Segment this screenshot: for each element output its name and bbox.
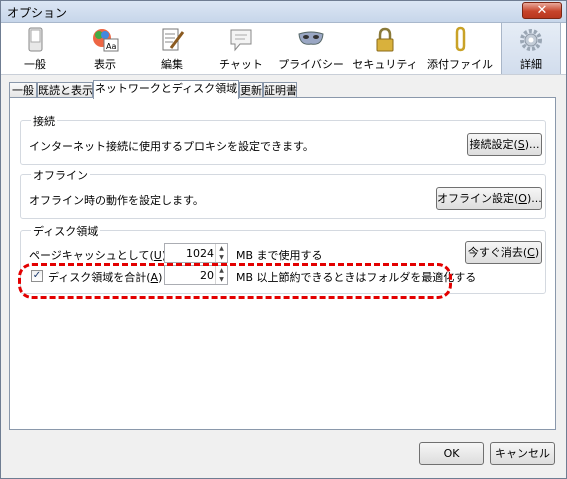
privacy-mask-icon bbox=[298, 31, 324, 45]
close-icon: ✕ bbox=[536, 3, 548, 18]
access-key: C bbox=[527, 246, 535, 259]
tab-network-disk[interactable]: ネットワークとディスク領域 bbox=[93, 80, 239, 99]
tab-reading-display[interactable]: 既読と表示 bbox=[37, 82, 93, 98]
button-label: 今すぐ消去( bbox=[467, 246, 528, 259]
toolbar-item-chat[interactable]: チャット bbox=[213, 23, 269, 74]
category-toolbar: 一般 Aa 表示 編集 チャット プライバシー セキュリティ 添付ファイル 詳細 bbox=[1, 23, 566, 75]
toolbar-label: 表示 bbox=[94, 58, 116, 71]
group-title: ディスク領域 bbox=[31, 223, 101, 239]
offline-description: オフライン時の動作を設定します。 bbox=[29, 194, 204, 207]
gear-icon bbox=[520, 29, 542, 51]
clear-now-button[interactable]: 今すぐ消去(C) bbox=[465, 241, 542, 264]
toolbar-item-advanced[interactable]: 詳細 bbox=[501, 23, 561, 74]
ok-button[interactable]: OK bbox=[419, 442, 484, 465]
title-bar: オプション ✕ bbox=[1, 1, 566, 23]
button-label: )... bbox=[524, 138, 540, 151]
connection-description: インターネット接続に使用するプロキシを設定できます。 bbox=[29, 140, 314, 153]
connection-group: 接続 インターネット接続に使用するプロキシを設定できます。 接続設定(S)... bbox=[20, 113, 546, 165]
toolbar-item-attachments[interactable]: 添付ファイル bbox=[425, 23, 495, 74]
toolbar-label: 一般 bbox=[24, 58, 46, 71]
padlock-icon bbox=[376, 27, 394, 52]
offline-group: オフライン オフライン時の動作を設定します。 オフライン設定(O)... bbox=[20, 167, 546, 219]
group-title: オフライン bbox=[31, 167, 90, 183]
label-text: ページキャッシュとして( bbox=[29, 249, 154, 262]
options-window: オプション ✕ 一般 Aa 表示 編集 チャット プライバシー セキュリティ 添… bbox=[0, 0, 567, 479]
toolbar-label: セキュリティ bbox=[352, 58, 418, 71]
toolbar-item-security[interactable]: セキュリティ bbox=[351, 23, 419, 74]
toolbar-item-compose[interactable]: 編集 bbox=[147, 23, 197, 74]
offline-settings-button[interactable]: オフライン設定(O)... bbox=[436, 187, 542, 210]
chat-icon bbox=[230, 29, 252, 52]
connection-settings-button[interactable]: 接続設定(S)... bbox=[467, 133, 542, 156]
general-icon bbox=[28, 27, 43, 52]
toolbar-label: チャット bbox=[219, 58, 263, 71]
cache-unit-label: MB まで使用する bbox=[236, 249, 323, 262]
access-key: U bbox=[153, 249, 162, 262]
display-icon: Aa bbox=[93, 29, 119, 52]
window-title: オプション bbox=[7, 6, 68, 20]
highlight-annotation bbox=[18, 263, 452, 299]
compose-icon bbox=[162, 28, 185, 51]
group-title: 接続 bbox=[31, 113, 57, 129]
tab-update[interactable]: 更新 bbox=[239, 82, 263, 98]
toolbar-label: 添付ファイル bbox=[427, 58, 493, 71]
button-label: 接続設定( bbox=[469, 138, 518, 151]
toolbar-item-general[interactable]: 一般 bbox=[9, 23, 61, 74]
toolbar-item-privacy[interactable]: プライバシー bbox=[277, 23, 345, 74]
button-label: ) bbox=[534, 246, 540, 259]
cache-label: ページキャッシュとして(U) bbox=[29, 247, 166, 263]
tab-certificates[interactable]: 証明書 bbox=[263, 82, 297, 98]
svg-text:Aa: Aa bbox=[106, 42, 116, 51]
toolbar-label: プライバシー bbox=[278, 58, 344, 71]
access-key: S bbox=[517, 138, 525, 151]
button-label: )... bbox=[526, 192, 542, 205]
close-button[interactable]: ✕ bbox=[522, 2, 562, 19]
toolbar-label: 編集 bbox=[161, 58, 183, 71]
tab-general[interactable]: 一般 bbox=[9, 82, 37, 98]
button-label: オフライン設定( bbox=[437, 192, 519, 205]
toolbar-item-display[interactable]: Aa 表示 bbox=[77, 23, 133, 74]
cache-size-value: 1024 bbox=[186, 247, 214, 260]
spinner-arrows[interactable]: ▲ ▼ bbox=[215, 244, 227, 262]
paperclip-icon bbox=[455, 26, 466, 52]
toolbar-label: 詳細 bbox=[520, 58, 542, 71]
cancel-button[interactable]: キャンセル bbox=[490, 442, 555, 465]
cache-size-spinner[interactable]: 1024 ▲ ▼ bbox=[164, 243, 228, 263]
access-key: O bbox=[518, 192, 527, 205]
